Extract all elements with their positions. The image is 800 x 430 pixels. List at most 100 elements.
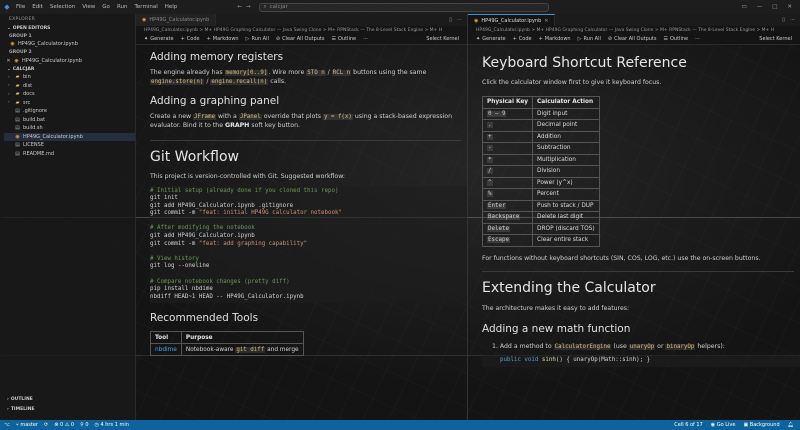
key-cell: Escape: [481, 234, 534, 247]
generate-button[interactable]: ✦ Generate: [144, 36, 174, 42]
more-icon[interactable]: ⋯: [695, 36, 700, 42]
layout-icon[interactable]: ▭: [741, 4, 746, 10]
key-cell: Enter: [481, 199, 534, 212]
tree-file[interactable]: ▤ build.sh: [4, 124, 135, 133]
open-editor-item[interactable]: ✕ ◉ HP49G_Calculator.ipynb: [4, 57, 135, 66]
clear-outputs-button[interactable]: ⊘ Clear All Outputs: [276, 36, 325, 42]
open-editors-header[interactable]: ⌄ OPEN EDITORS: [4, 24, 135, 32]
group-2-label: GROUP 2: [9, 50, 32, 55]
sync-icon[interactable]: ⟳: [44, 422, 48, 428]
menu-item-edit[interactable]: Edit: [32, 4, 43, 10]
more-icon[interactable]: ⋯: [363, 36, 368, 42]
ports-indicator[interactable]: ⚲ 0: [80, 422, 88, 428]
add-code-button[interactable]: + Code: [513, 36, 532, 42]
back-arrow-icon[interactable]: ←: [237, 4, 242, 10]
tree-file[interactable]: ▤ README.md: [4, 150, 135, 159]
table-row: nbdime Notebook-aware git diff and merge: [150, 343, 304, 357]
branch-icon: ⑂: [15, 422, 19, 428]
menu-item-terminal[interactable]: Terminal: [134, 4, 157, 10]
project-header[interactable]: ⌄ CALCJAR: [4, 65, 135, 73]
code-block[interactable]: # Initial setup (already done if you clo…: [150, 185, 467, 304]
tab-notebook[interactable]: ◉ HP49G_Calculator.ipynb: [136, 14, 217, 26]
close-tab-icon[interactable]: ✕: [544, 18, 548, 24]
select-kernel-button[interactable]: Select Kernel: [759, 36, 800, 42]
menu-item-selection[interactable]: Selection: [50, 4, 75, 10]
command-center[interactable]: ⌕ calcjar: [258, 2, 549, 12]
paragraph: The engine already has memory[0..9]. Wir…: [150, 69, 427, 85]
tree-file[interactable]: ▤ LICENSE: [4, 141, 135, 150]
tool-link[interactable]: nbdime: [150, 343, 182, 357]
close-icon[interactable]: ✕: [787, 4, 792, 10]
table-row: 0 – 9 Digit input: [481, 107, 600, 120]
clear-outputs-button[interactable]: ⊘ Clear All Outputs: [608, 36, 657, 42]
plus-icon: +: [206, 36, 211, 42]
tree-folder[interactable]: › ▰ bin: [4, 73, 135, 82]
minimize-icon[interactable]: —: [757, 4, 763, 10]
add-code-button[interactable]: + Code: [181, 36, 200, 42]
breadcrumb[interactable]: HP49G_Calculator.ipynb > M+ HP49G Graphi…: [136, 26, 467, 34]
tree-folder[interactable]: › ▰ src: [4, 99, 135, 108]
tab-bar: ◉ HP49G_Calculator.ipynb ▯ ⋯: [136, 14, 467, 26]
more-actions-icon[interactable]: ⋯: [457, 17, 462, 23]
key-cell: Backspace: [481, 211, 534, 224]
tree-file[interactable]: ▤ build.bat: [4, 116, 135, 125]
remote-icon[interactable]: ⌥: [4, 422, 10, 428]
code-block[interactable]: public void sinh() { unaryOp(Math::sinh)…: [482, 355, 800, 367]
split-editor-icon[interactable]: ▯: [782, 17, 785, 23]
tree-folder[interactable]: › ▰ dist: [4, 82, 135, 91]
file-icon: ▤: [15, 116, 20, 123]
table-row: Escape Clear entire stack: [481, 234, 600, 247]
tree-file[interactable]: ▤ .gitignore: [4, 107, 135, 116]
notebook-icon: ◉: [474, 17, 479, 24]
image-icon: ▣: [743, 422, 749, 428]
forward-arrow-icon[interactable]: →: [246, 4, 251, 10]
tab-actions: ▯ ⋯: [449, 14, 467, 26]
outline-button[interactable]: ☰ Outline: [332, 36, 357, 42]
chevron-right-icon: ›: [7, 396, 9, 402]
more-actions-icon[interactable]: ⋯: [790, 17, 795, 23]
table-row: - Subtraction: [481, 142, 600, 155]
tab-label: HP49G_Calculator.ipynb: [149, 17, 210, 23]
breadcrumb[interactable]: HP49G_Calculator.ipynb > M+ HP49G Graphi…: [468, 26, 800, 34]
notifications-icon[interactable]: 🔔︎: [788, 422, 794, 428]
menu-item-help[interactable]: Help: [165, 4, 178, 10]
split-editor-icon[interactable]: ▯: [449, 17, 452, 23]
action-cell: Push to stack / DUP: [532, 199, 600, 212]
generate-button[interactable]: ✦ Generate: [476, 36, 506, 42]
cell-indicator[interactable]: Cell 6 of 17: [674, 422, 702, 428]
window-controls: ▭ — □ ✕: [741, 4, 800, 10]
problems-indicator[interactable]: ⊗ 0 ⚠ 0: [54, 422, 74, 428]
menu-item-go[interactable]: Go: [102, 4, 110, 10]
code-line: git log --oneline: [150, 263, 210, 270]
table-header: Tool: [150, 331, 182, 345]
table-row: + Addition: [481, 130, 600, 143]
menu-item-file[interactable]: File: [16, 4, 25, 10]
menu-item-run[interactable]: Run: [117, 4, 128, 10]
outline-button[interactable]: ☰ Outline: [664, 36, 689, 42]
menu-item-view[interactable]: View: [82, 4, 95, 10]
tree-file[interactable]: ◉ HP49G_Calculator.ipynb: [4, 132, 135, 141]
maximize-icon[interactable]: □: [772, 4, 777, 10]
branch-indicator[interactable]: ⑂ master: [16, 422, 38, 428]
tree-folder[interactable]: › ▰ docs: [4, 90, 135, 99]
go-live-button[interactable]: ◉ Go Live: [711, 422, 736, 428]
section-heading: Extending the Calculator: [482, 280, 656, 296]
table-header: Physical Key: [481, 95, 534, 109]
add-markdown-button[interactable]: + Markdown: [539, 36, 571, 42]
notebook-toolbar: ✦ Generate + Code + Markdown ▷ Run All ⊘ Clea…: [468, 34, 800, 45]
add-markdown-button[interactable]: + Markdown: [207, 36, 239, 42]
run-all-button[interactable]: ▷ Run All: [578, 36, 601, 42]
background-indicator[interactable]: ▣ Background: [743, 422, 779, 428]
pane-divider[interactable]: [467, 14, 468, 420]
open-editor-item[interactable]: ◉ HP49G_Calculator.ipynb: [4, 40, 135, 49]
timeline-header[interactable]: › TIMELINE: [4, 405, 136, 413]
select-kernel-button[interactable]: Select Kernel: [426, 36, 467, 42]
outline-header[interactable]: › OUTLINE: [4, 395, 136, 403]
section-heading: Recommended Tools: [150, 312, 259, 325]
chevron-right-icon: ›: [8, 83, 10, 89]
tab-notebook[interactable]: ◉ HP49G_Calculator.ipynb ✕: [468, 14, 556, 26]
close-icon[interactable]: ✕: [6, 58, 11, 64]
run-all-icon: ▷: [245, 36, 250, 42]
time-tracker[interactable]: ◷ 4 hrs 1 min: [95, 422, 129, 428]
run-all-button[interactable]: ▷ Run All: [246, 36, 269, 42]
